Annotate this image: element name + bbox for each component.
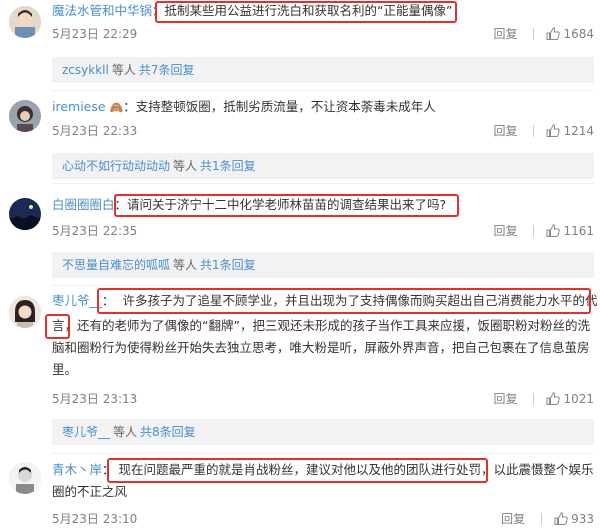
divider — [52, 453, 594, 454]
comment-text-line: 现在问题最严重的就是肖战粉丝，建议对他以及他的团队进行处罚，以此震慑整个娱乐 — [118, 462, 594, 477]
like-button[interactable]: 1684 — [546, 27, 594, 41]
comment-text-line: 圈的不正之风 — [52, 484, 128, 499]
comment-username[interactable]: 白圈圈圈白 — [52, 197, 115, 212]
divider — [541, 512, 543, 525]
avatar[interactable] — [9, 6, 41, 38]
comment-line: 枣儿爷__： 许多孩子为了追星不顾学业，并且出现为了支持偶像而购买超出自己消费能力… — [52, 293, 598, 308]
thumbs-up-icon — [546, 392, 561, 405]
avatar-image — [9, 462, 41, 494]
comment-time: 5月23日 23:10 — [52, 512, 138, 526]
view-replies-link[interactable]: 共1条回复 — [200, 258, 256, 272]
thumbs-up-icon — [546, 224, 561, 237]
comment-text-line: 言，还有的老师为了偶像的“翻牌”，把三观还未形成的孩子当作工具来应援，饭圈职粉对… — [52, 318, 590, 333]
divider — [52, 183, 594, 184]
reply-users[interactable]: zcsykkll — [62, 63, 109, 77]
like-button[interactable]: 1021 — [546, 392, 594, 406]
comment-text: 支持整顿饭圈，抵制劣质流量，不让资本荼毒未成年人 — [135, 99, 436, 114]
reply-button[interactable]: 回复 — [493, 25, 517, 42]
like-button[interactable]: 933 — [554, 512, 594, 526]
reply-thread[interactable]: 心动不如行动动动动 等人 共1条回复 — [52, 153, 594, 179]
avatar[interactable] — [9, 296, 41, 328]
like-count: 1021 — [563, 391, 594, 406]
divider — [52, 285, 594, 286]
avatar[interactable] — [9, 100, 41, 132]
comment-username[interactable]: 枣儿爷__ — [52, 293, 102, 308]
comment-line: 圈的不正之风 — [52, 481, 594, 503]
avatar-image — [9, 296, 41, 328]
comment-line: 魔法水管和中华锅：抵制某些用公益进行洗白和获取名利的“正能量偶像” — [52, 3, 453, 18]
reply-etc: 等人 — [111, 63, 136, 77]
thumbs-up-icon — [546, 124, 561, 137]
avatar[interactable] — [9, 462, 41, 494]
comment-text: 请问关于济宁十二中化学老师林苗苗的调查结果出来了吗? — [127, 197, 447, 212]
reply-button[interactable]: 回复 — [493, 122, 517, 139]
divider — [533, 224, 535, 237]
comment-text-line: 许多孩子为了追星不顾学业，并且出现为了支持偶像而购买超出自己消费能力水平的代 — [122, 293, 598, 308]
like-button[interactable]: 1161 — [546, 224, 594, 238]
like-count: 933 — [571, 511, 594, 526]
avatar[interactable] — [9, 198, 41, 230]
avatar-image — [9, 198, 41, 230]
reply-etc: 等人 — [173, 258, 198, 272]
like-count: 1161 — [563, 223, 594, 238]
like-count: 1684 — [563, 26, 594, 41]
comment-text-line: 里。 — [52, 362, 78, 377]
divider — [533, 124, 535, 137]
comment-username[interactable]: 青木丶岸 — [52, 462, 102, 477]
comment-text: 抵制某些用公益进行洗白和获取名利的“正能量偶像” — [164, 3, 453, 18]
avatar-image — [9, 6, 41, 38]
comment-line: 里。 — [52, 359, 594, 381]
reply-button[interactable]: 回复 — [501, 510, 525, 527]
comment-line: 言，还有的老师为了偶像的“翻牌”，把三观还未形成的孩子当作工具来应援，饭圈职粉对… — [52, 315, 594, 337]
comment-line: 脑和圈粉行为使得粉丝开始失去独立思考，唯大粉是听，屏蔽外界声音，把自己包裹在了信… — [52, 337, 594, 359]
comment-line: 青木丶岸： 现在问题最严重的就是肖战粉丝，建议对他以及他的团队进行处罚，以此震慑整… — [52, 462, 594, 477]
comment-time: 5月23日 22:29 — [52, 27, 138, 41]
like-count: 1214 — [563, 123, 594, 138]
comment-username[interactable]: 魔法水管和中华锅 — [52, 3, 152, 18]
comment-line: 白圈圈圈白：请问关于济宁十二中化学老师林苗苗的调查结果出来了吗? — [52, 197, 447, 212]
reply-button[interactable]: 回复 — [493, 222, 517, 239]
like-button[interactable]: 1214 — [546, 124, 594, 138]
reply-etc: 等人 — [113, 425, 138, 439]
view-replies-link[interactable]: 共7条回复 — [139, 63, 195, 77]
reply-thread[interactable]: 不思量自难忘的呱呱 等人 共1条回复 — [52, 252, 594, 278]
comment-list: 魔法水管和中华锅：抵制某些用公益进行洗白和获取名利的“正能量偶像” 5月23日 … — [0, 0, 600, 530]
comment-time: 5月23日 23:13 — [52, 392, 138, 406]
view-replies-link[interactable]: 共8条回复 — [140, 425, 196, 439]
comment-text-line: 脑和圈粉行为使得粉丝开始失去独立思考，唯大粉是听，屏蔽外界声音，把自己包裹在了信… — [52, 340, 590, 355]
reply-users[interactable]: 心动不如行动动动动 — [62, 159, 170, 173]
avatar-image — [9, 100, 41, 132]
divider — [533, 27, 535, 40]
view-replies-link[interactable]: 共1条回复 — [200, 159, 256, 173]
comment-username[interactable]: iremiese — [52, 99, 106, 114]
reply-users[interactable]: 不思量自难忘的呱呱 — [62, 258, 170, 272]
comment-line: iremiese 🙈：支持整顿饭圈，抵制劣质流量，不让资本荼毒未成年人 — [52, 99, 436, 114]
reply-thread[interactable]: zcsykkll 等人 共7条回复 — [52, 57, 594, 83]
reply-button[interactable]: 回复 — [493, 390, 517, 407]
comment-time: 5月23日 22:33 — [52, 124, 138, 138]
monkey-emoji: 🙈 — [109, 101, 124, 114]
divider — [52, 90, 594, 91]
thumbs-up-icon — [546, 27, 561, 40]
reply-users[interactable]: 枣儿爷__ — [62, 425, 110, 439]
reply-etc: 等人 — [173, 159, 198, 173]
reply-thread[interactable]: 枣儿爷__ 等人 共8条回复 — [52, 419, 594, 445]
divider — [533, 392, 535, 405]
thumbs-up-icon — [554, 512, 568, 525]
comment-time: 5月23日 22:35 — [52, 224, 138, 238]
